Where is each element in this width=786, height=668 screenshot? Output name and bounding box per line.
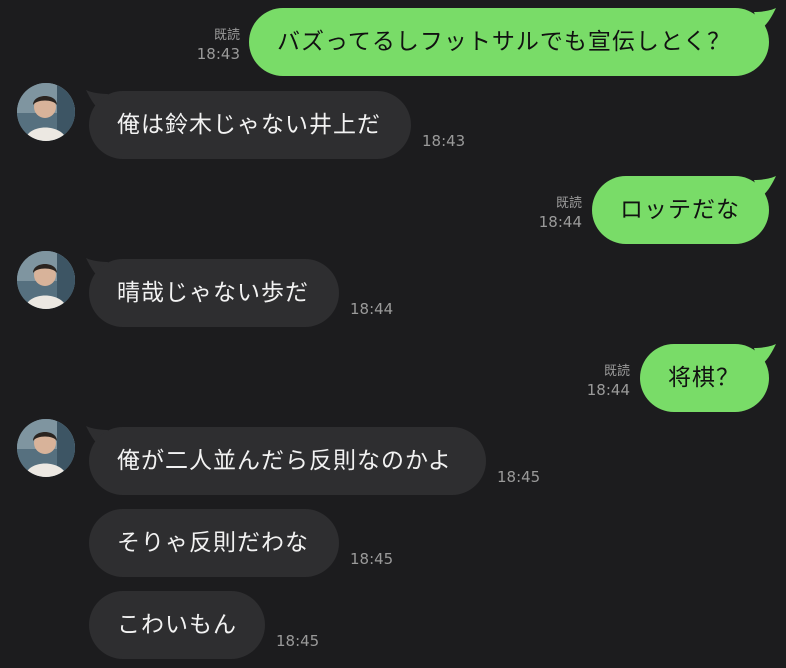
incoming-message-bubble[interactable]: 俺は鈴木じゃない井上だ (89, 91, 411, 159)
outgoing-message-bubble[interactable]: ロッテだな (592, 176, 769, 244)
read-receipt: 既読 (213, 28, 240, 43)
avatar-photo-icon (17, 83, 75, 141)
incoming-message-bubble[interactable]: そりゃ反則だわな (89, 509, 339, 577)
contact-avatar[interactable] (17, 83, 75, 141)
message-time: 18:44 (350, 300, 394, 318)
message-time: 18:45 (497, 468, 541, 486)
outgoing-message-bubble[interactable]: 将棋？ (640, 344, 769, 412)
message-time: 18:44 (586, 381, 630, 399)
message-time: 18:43 (196, 45, 240, 63)
message-meta: 既読 18:44 (570, 364, 630, 400)
message-time: 18:43 (422, 132, 466, 150)
read-receipt: 既読 (555, 196, 582, 211)
avatar-photo-icon (17, 419, 75, 477)
read-receipt: 既読 (603, 364, 630, 379)
chat-thread[interactable]: 既読 18:43 バズってるしフットサルでも宣伝しとく？ 俺は鈴木じゃない井上だ… (0, 0, 786, 668)
contact-avatar[interactable] (17, 419, 75, 477)
incoming-message-bubble[interactable]: 俺が二人並んだら反則なのかよ (89, 427, 486, 495)
message-meta: 既読 18:43 (180, 28, 240, 64)
message-time: 18:45 (276, 632, 320, 650)
outgoing-message-bubble[interactable]: バズってるしフットサルでも宣伝しとく？ (249, 8, 769, 76)
message-time: 18:44 (538, 213, 582, 231)
avatar-photo-icon (17, 251, 75, 309)
message-time: 18:45 (350, 550, 394, 568)
incoming-message-bubble[interactable]: こわいもん (89, 591, 265, 659)
contact-avatar[interactable] (17, 251, 75, 309)
incoming-message-bubble[interactable]: 晴哉じゃない歩だ (89, 259, 339, 327)
message-meta: 既読 18:44 (522, 196, 582, 232)
